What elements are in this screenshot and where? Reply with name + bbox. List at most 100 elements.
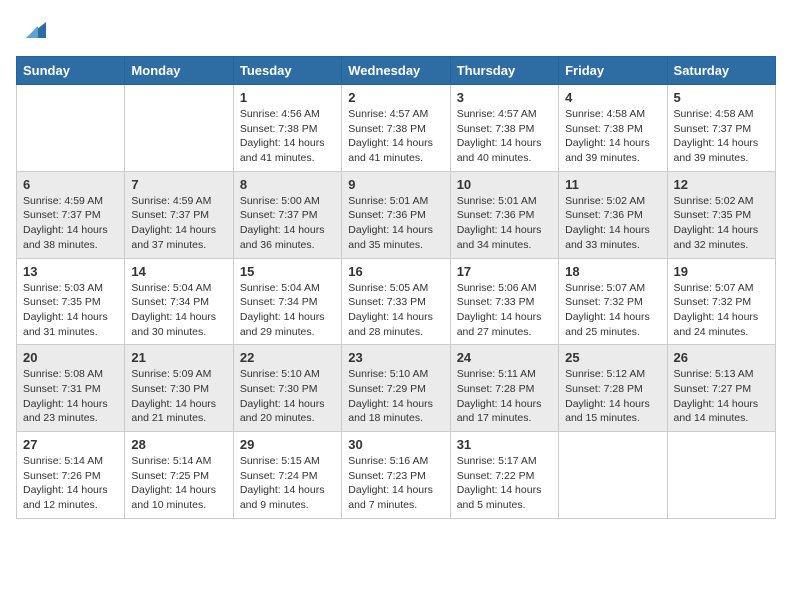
calendar-cell: 19 Sunrise: 5:07 AMSunset: 7:32 PMDayligh…: [667, 258, 775, 345]
calendar-cell: 6 Sunrise: 4:59 AMSunset: 7:37 PMDaylight…: [17, 171, 125, 258]
calendar-cell: 3 Sunrise: 4:57 AMSunset: 7:38 PMDaylight…: [450, 85, 558, 172]
calendar-week-row: 27Sunrise: 5:14 AMSunset: 7:26 PMDayligh…: [17, 432, 776, 519]
day-number: 6: [23, 177, 118, 192]
day-number: 22: [240, 350, 335, 365]
calendar-cell: 26Sunrise: 5:13 AMSunset: 7:27 PMDayligh…: [667, 345, 775, 432]
day-number: 1: [240, 90, 335, 105]
calendar-cell: 18Sunrise: 5:07 AMSunset: 7:32 PMDayligh…: [559, 258, 667, 345]
calendar-cell: [667, 432, 775, 519]
day-info: Sunrise: 5:02 AMSunset: 7:36 PMDaylight:…: [565, 194, 660, 253]
calendar-cell: 7Sunrise: 4:59 AMSunset: 7:37 PMDaylight…: [125, 171, 233, 258]
day-number: 28: [131, 437, 226, 452]
day-number: 14: [131, 264, 226, 279]
calendar-cell: 24 Sunrise: 5:11 AMSunset: 7:28 PMDayligh…: [450, 345, 558, 432]
day-info: Sunrise: 5:16 AMSunset: 7:23 PMDaylight:…: [348, 454, 443, 513]
day-info: Sunrise: 4:56 AMSunset: 7:38 PMDaylight:…: [240, 107, 335, 166]
day-info: Sunrise: 5:07 AMSunset: 7:32 PMDaylight:…: [674, 281, 769, 340]
day-info: Sunrise: 5:00 AMSunset: 7:37 PMDaylight:…: [240, 194, 335, 253]
calendar-week-row: 6 Sunrise: 4:59 AMSunset: 7:37 PMDaylight…: [17, 171, 776, 258]
calendar-week-row: 1 Sunrise: 4:56 AMSunset: 7:38 PMDaylight…: [17, 85, 776, 172]
calendar-cell: 4 Sunrise: 4:58 AMSunset: 7:38 PMDaylight…: [559, 85, 667, 172]
weekday-header-row: SundayMondayTuesdayWednesdayThursdayFrid…: [17, 57, 776, 85]
day-info: Sunrise: 4:59 AMSunset: 7:37 PMDaylight:…: [23, 194, 118, 253]
day-number: 26: [674, 350, 769, 365]
day-number: 9: [348, 177, 443, 192]
calendar-cell: 21 Sunrise: 5:09 AMSunset: 7:30 PMDayligh…: [125, 345, 233, 432]
day-info: Sunrise: 5:08 AMSunset: 7:31 PMDaylight:…: [23, 367, 118, 426]
calendar-cell: 31 Sunrise: 5:17 AMSunset: 7:22 PMDayligh…: [450, 432, 558, 519]
day-number: 18: [565, 264, 660, 279]
day-info: Sunrise: 5:03 AMSunset: 7:35 PMDaylight:…: [23, 281, 118, 340]
day-number: 15: [240, 264, 335, 279]
calendar-cell: 28Sunrise: 5:14 AMSunset: 7:25 PMDayligh…: [125, 432, 233, 519]
weekday-header-monday: Monday: [125, 57, 233, 85]
calendar-table: SundayMondayTuesdayWednesdayThursdayFrid…: [16, 56, 776, 519]
day-number: 10: [457, 177, 552, 192]
day-number: 13: [23, 264, 118, 279]
weekday-header-tuesday: Tuesday: [233, 57, 341, 85]
calendar-cell: 11Sunrise: 5:02 AMSunset: 7:36 PMDayligh…: [559, 171, 667, 258]
logo-icon: [18, 16, 46, 44]
calendar-week-row: 20Sunrise: 5:08 AMSunset: 7:31 PMDayligh…: [17, 345, 776, 432]
calendar-cell: 2 Sunrise: 4:57 AMSunset: 7:38 PMDaylight…: [342, 85, 450, 172]
calendar-cell: [559, 432, 667, 519]
calendar-week-row: 13 Sunrise: 5:03 AMSunset: 7:35 PMDayligh…: [17, 258, 776, 345]
day-info: Sunrise: 5:17 AMSunset: 7:22 PMDaylight:…: [457, 454, 552, 513]
calendar-cell: 16 Sunrise: 5:05 AMSunset: 7:33 PMDayligh…: [342, 258, 450, 345]
calendar-cell: 17Sunrise: 5:06 AMSunset: 7:33 PMDayligh…: [450, 258, 558, 345]
day-info: Sunrise: 5:01 AMSunset: 7:36 PMDaylight:…: [457, 194, 552, 253]
weekday-header-wednesday: Wednesday: [342, 57, 450, 85]
day-number: 23: [348, 350, 443, 365]
calendar-cell: 29 Sunrise: 5:15 AMSunset: 7:24 PMDayligh…: [233, 432, 341, 519]
calendar-cell: [17, 85, 125, 172]
weekday-header-saturday: Saturday: [667, 57, 775, 85]
day-number: 8: [240, 177, 335, 192]
calendar-cell: 27Sunrise: 5:14 AMSunset: 7:26 PMDayligh…: [17, 432, 125, 519]
day-number: 21: [131, 350, 226, 365]
day-number: 19: [674, 264, 769, 279]
day-info: Sunrise: 4:57 AMSunset: 7:38 PMDaylight:…: [348, 107, 443, 166]
day-number: 5: [674, 90, 769, 105]
day-number: 4: [565, 90, 660, 105]
calendar-cell: 9 Sunrise: 5:01 AMSunset: 7:36 PMDaylight…: [342, 171, 450, 258]
day-info: Sunrise: 5:11 AMSunset: 7:28 PMDaylight:…: [457, 367, 552, 426]
calendar-cell: 22 Sunrise: 5:10 AMSunset: 7:30 PMDayligh…: [233, 345, 341, 432]
day-info: Sunrise: 5:12 AMSunset: 7:28 PMDaylight:…: [565, 367, 660, 426]
day-number: 27: [23, 437, 118, 452]
logo: [16, 16, 46, 44]
weekday-header-sunday: Sunday: [17, 57, 125, 85]
calendar-cell: 20Sunrise: 5:08 AMSunset: 7:31 PMDayligh…: [17, 345, 125, 432]
calendar-cell: 23 Sunrise: 5:10 AMSunset: 7:29 PMDayligh…: [342, 345, 450, 432]
calendar-cell: [125, 85, 233, 172]
calendar-cell: 1 Sunrise: 4:56 AMSunset: 7:38 PMDaylight…: [233, 85, 341, 172]
weekday-header-thursday: Thursday: [450, 57, 558, 85]
day-number: 12: [674, 177, 769, 192]
day-info: Sunrise: 5:04 AMSunset: 7:34 PMDaylight:…: [131, 281, 226, 340]
day-info: Sunrise: 5:02 AMSunset: 7:35 PMDaylight:…: [674, 194, 769, 253]
day-info: Sunrise: 5:09 AMSunset: 7:30 PMDaylight:…: [131, 367, 226, 426]
day-info: Sunrise: 5:15 AMSunset: 7:24 PMDaylight:…: [240, 454, 335, 513]
day-info: Sunrise: 5:10 AMSunset: 7:30 PMDaylight:…: [240, 367, 335, 426]
day-info: Sunrise: 5:04 AMSunset: 7:34 PMDaylight:…: [240, 281, 335, 340]
day-info: Sunrise: 5:10 AMSunset: 7:29 PMDaylight:…: [348, 367, 443, 426]
day-info: Sunrise: 4:58 AMSunset: 7:37 PMDaylight:…: [674, 107, 769, 166]
day-number: 30: [348, 437, 443, 452]
day-number: 3: [457, 90, 552, 105]
calendar-cell: 30 Sunrise: 5:16 AMSunset: 7:23 PMDayligh…: [342, 432, 450, 519]
day-info: Sunrise: 4:58 AMSunset: 7:38 PMDaylight:…: [565, 107, 660, 166]
day-number: 24: [457, 350, 552, 365]
weekday-header-friday: Friday: [559, 57, 667, 85]
calendar-cell: 8 Sunrise: 5:00 AMSunset: 7:37 PMDaylight…: [233, 171, 341, 258]
page-header: [16, 16, 776, 44]
day-number: 17: [457, 264, 552, 279]
day-number: 16: [348, 264, 443, 279]
calendar-cell: 10 Sunrise: 5:01 AMSunset: 7:36 PMDayligh…: [450, 171, 558, 258]
day-info: Sunrise: 4:57 AMSunset: 7:38 PMDaylight:…: [457, 107, 552, 166]
day-number: 31: [457, 437, 552, 452]
day-number: 29: [240, 437, 335, 452]
day-info: Sunrise: 5:05 AMSunset: 7:33 PMDaylight:…: [348, 281, 443, 340]
calendar-cell: 15 Sunrise: 5:04 AMSunset: 7:34 PMDayligh…: [233, 258, 341, 345]
day-info: Sunrise: 4:59 AMSunset: 7:37 PMDaylight:…: [131, 194, 226, 253]
day-info: Sunrise: 5:01 AMSunset: 7:36 PMDaylight:…: [348, 194, 443, 253]
day-number: 2: [348, 90, 443, 105]
